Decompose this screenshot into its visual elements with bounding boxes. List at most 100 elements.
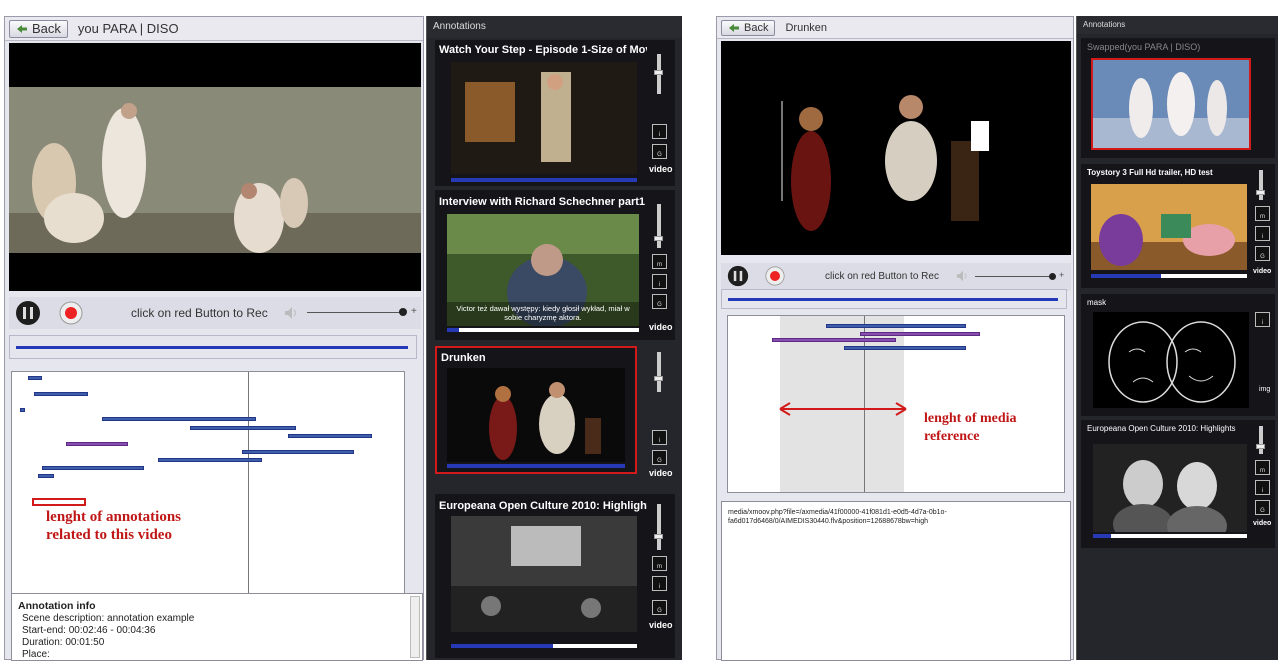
record-icon[interactable] <box>765 266 785 286</box>
annotation-bar[interactable] <box>288 434 372 438</box>
swap-icon[interactable]: G <box>652 450 667 465</box>
left-back-button[interactable]: Back <box>9 19 68 38</box>
annotation-bar[interactable] <box>158 458 262 462</box>
card-volume-slider[interactable] <box>657 204 661 248</box>
card-title: Drunken <box>441 352 486 364</box>
left-video-player[interactable] <box>9 43 421 291</box>
mute-icon[interactable]: m <box>652 254 667 269</box>
swap-icon[interactable]: G <box>652 144 667 159</box>
annotation-bar[interactable] <box>38 474 54 478</box>
info-scrollbar[interactable] <box>410 596 420 658</box>
annotation-card[interactable]: Europeana Open Culture 2010: Highlights,… <box>435 494 675 658</box>
right-record-hint: click on red Button to Rec <box>825 271 939 282</box>
volume-slider[interactable] <box>307 312 403 313</box>
annotation-bar[interactable] <box>844 346 966 350</box>
card-volume-knob[interactable] <box>1256 444 1265 449</box>
swap-icon[interactable]: G <box>1255 500 1270 515</box>
card-volume-slider[interactable] <box>657 352 661 392</box>
media-url-line1: media/xmoov.php?file=/axmedia/41f00000-4… <box>728 509 947 516</box>
card-thumbnail <box>451 516 637 632</box>
annotation-card[interactable]: Interview with Richard Schechner part1 V… <box>435 190 675 340</box>
info-icon[interactable]: i <box>652 124 667 139</box>
info-icon[interactable]: i <box>652 274 667 289</box>
left-seek-bar[interactable] <box>9 335 417 359</box>
annotation-card[interactable]: mask i img <box>1081 294 1275 416</box>
annotation-bar-selected[interactable] <box>66 442 128 446</box>
card-tools: i G video <box>649 346 673 478</box>
card-tools: m i G video <box>1253 164 1275 288</box>
card-title: mask <box>1087 298 1107 307</box>
card-tools: m i G video <box>649 494 673 658</box>
card-volume-knob[interactable] <box>654 236 663 241</box>
info-icon[interactable]: i <box>652 430 667 445</box>
card-title: Swapped(you PARA | DISO) <box>1087 42 1201 52</box>
annotation-bar-selected[interactable] <box>860 332 980 336</box>
card-tools: m i G video <box>649 190 673 340</box>
annotation-bar[interactable] <box>34 392 88 396</box>
card-volume-slider[interactable] <box>657 504 661 550</box>
annotation-bar-selected[interactable] <box>772 338 896 342</box>
volume-slider[interactable] <box>975 276 1053 277</box>
swap-icon[interactable]: G <box>652 600 667 615</box>
info-icon[interactable]: i <box>1255 480 1270 495</box>
annotation-bar[interactable] <box>826 324 966 328</box>
info-icon[interactable]: i <box>652 576 667 591</box>
annotation-bar[interactable] <box>42 466 144 470</box>
left-sidebar-header: Annotations <box>427 16 682 38</box>
right-seek-bar[interactable] <box>721 289 1067 309</box>
back-arrow-icon <box>17 24 27 33</box>
mute-icon[interactable]: m <box>652 556 667 571</box>
right-annotation-timeline[interactable]: lenght of media reference <box>727 315 1065 493</box>
annotation-bar[interactable] <box>102 417 256 421</box>
right-back-button[interactable]: Back <box>721 19 776 36</box>
swap-icon[interactable]: G <box>1255 246 1270 261</box>
right-controls: click on red Button to Rec + <box>721 263 1071 291</box>
card-volume-knob[interactable] <box>654 534 663 539</box>
video-label: video <box>649 164 673 174</box>
right-video-title: Drunken <box>785 21 828 34</box>
card-progress <box>447 464 625 468</box>
card-volume-slider[interactable] <box>1259 426 1263 454</box>
volume-knob[interactable] <box>1049 273 1056 280</box>
card-volume-knob[interactable] <box>654 376 663 381</box>
mute-icon[interactable]: m <box>1255 460 1270 475</box>
card-progress <box>447 328 639 332</box>
card-title: Watch Your Step - Episode 1-Size of Move… <box>439 44 647 56</box>
video-label: video <box>649 322 673 332</box>
record-icon[interactable] <box>59 301 83 325</box>
scene-description: Scene description: annotation example <box>22 613 195 624</box>
card-volume-knob[interactable] <box>654 70 663 75</box>
annotation-bar[interactable] <box>28 376 42 380</box>
annotation-bar[interactable] <box>20 408 25 412</box>
annotation-bar[interactable] <box>242 450 354 454</box>
volume-knob[interactable] <box>399 308 407 316</box>
card-volume-knob[interactable] <box>1256 190 1265 195</box>
card-title: Europeana Open Culture 2010: Highlights,… <box>439 500 647 512</box>
annotation-bar[interactable] <box>190 426 296 430</box>
media-label-line1: lenght of media <box>924 411 1017 426</box>
drunken-video-frame <box>721 41 1071 255</box>
info-icon[interactable]: i <box>1255 226 1270 241</box>
start-end-time: Start-end: 00:02:46 - 00:04:36 <box>22 625 156 636</box>
swap-icon[interactable]: G <box>652 294 667 309</box>
right-video-player[interactable] <box>721 41 1071 255</box>
media-label-line2: reference <box>924 429 980 444</box>
annotation-length-marker <box>32 498 86 506</box>
pause-icon[interactable] <box>727 265 749 287</box>
annotation-card[interactable]: Swapped(you PARA | DISO) <box>1081 38 1275 158</box>
mute-icon[interactable]: m <box>1255 206 1270 221</box>
annotation-card[interactable]: Europeana Open Culture 2010: Highlights … <box>1081 420 1275 548</box>
card-volume-slider[interactable] <box>1259 170 1263 200</box>
pause-icon[interactable] <box>15 300 41 326</box>
card-progress <box>451 178 637 182</box>
volume-icon <box>285 307 296 319</box>
annotation-card-selected[interactable]: Drunken <box>435 346 637 474</box>
left-controls: click on red Button to Rec + <box>9 297 421 329</box>
card-thumbnail <box>451 62 637 174</box>
info-icon[interactable]: i <box>1255 312 1270 327</box>
card-thumbnail: Victor też dawał występy: kiedy głosił w… <box>447 214 639 326</box>
left-video-title: you PARA | DISO <box>77 21 179 36</box>
annotation-card[interactable]: Watch Your Step - Episode 1-Size of Move… <box>435 40 675 186</box>
annotation-card[interactable]: Toystory 3 Full Hd trailer, HD test m i … <box>1081 164 1275 288</box>
card-thumbnail <box>1093 444 1247 532</box>
